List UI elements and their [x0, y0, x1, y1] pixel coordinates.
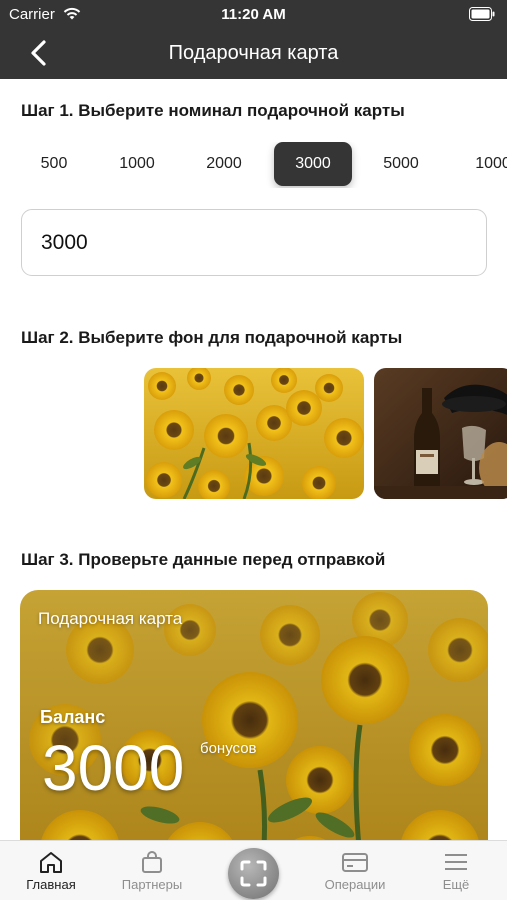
tab-bar: Главная Партнеры Операции Ещё [0, 840, 507, 900]
tab-partners-label: Партнеры [121, 877, 183, 892]
sunflowers-image [144, 368, 364, 499]
tab-more-label: Ещё [442, 877, 470, 892]
tab-partners[interactable]: Партнеры [107, 841, 197, 900]
denomination-2000[interactable]: 2000 [194, 142, 254, 186]
card-title: Подарочная карта [38, 609, 183, 628]
scan-icon [240, 860, 267, 887]
denomination-500[interactable]: 500 [24, 142, 84, 186]
tab-more[interactable]: Ещё [411, 841, 501, 900]
menu-icon [445, 854, 467, 870]
balance-label: Баланс [40, 707, 106, 727]
denomination-1000[interactable]: 1000 [107, 142, 167, 186]
clock: 11:20 AM [221, 6, 286, 23]
header: Carrier 11:20 AM Подарочная карта [0, 0, 507, 79]
step2-title: Шаг 2. Выберите фон для подарочной карты [21, 328, 403, 347]
denomination-1000-partial[interactable]: 1000 [463, 142, 507, 186]
wine-image [374, 368, 507, 499]
card-icon [342, 853, 368, 872]
bag-icon [142, 851, 162, 873]
denomination-5000[interactable]: 5000 [371, 142, 431, 186]
background-option-wine[interactable] [374, 368, 507, 499]
step1-title: Шаг 1. Выберите номинал подарочной карты [21, 101, 405, 120]
step3-title: Шаг 3. Проверьте данные перед отправкой [21, 550, 386, 569]
balance-value: 3000 [42, 732, 185, 804]
balance-unit: бонусов [200, 740, 257, 757]
background-option-sunflowers[interactable] [144, 368, 364, 499]
status-bar: Carrier 11:20 AM [0, 0, 507, 30]
tab-home-label: Главная [26, 877, 76, 892]
battery-icon [469, 7, 495, 21]
home-icon [40, 852, 62, 873]
page-title: Подарочная карта [168, 42, 339, 64]
tab-home[interactable]: Главная [6, 841, 96, 900]
tab-operations-label: Операции [324, 877, 386, 892]
scan-button[interactable] [228, 848, 279, 899]
tab-operations[interactable]: Операции [310, 841, 400, 900]
amount-input[interactable]: 3000 [21, 209, 487, 276]
denomination-selector: 500 1000 2000 3000 5000 1000 [0, 142, 507, 188]
denomination-3000[interactable]: 3000 [274, 142, 352, 186]
